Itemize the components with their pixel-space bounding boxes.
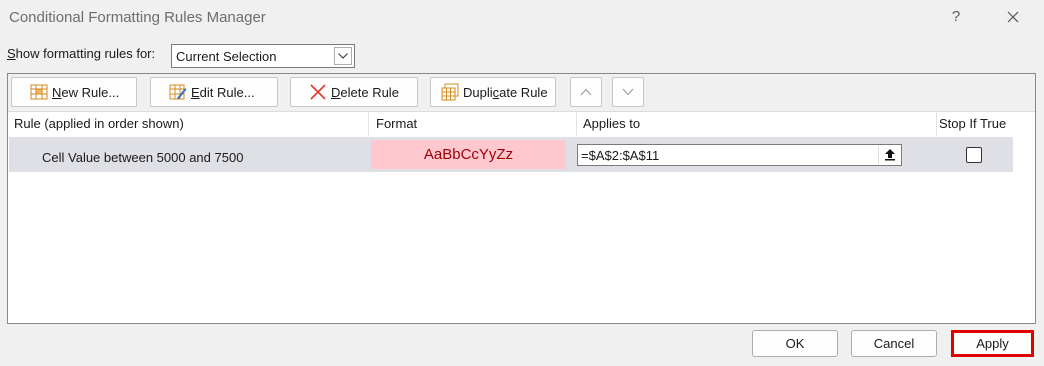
- show-rules-label: Show formatting rules for:: [7, 46, 155, 61]
- applies-to-input[interactable]: =$A$2:$A$11: [577, 144, 902, 166]
- duplicate-rule-label: Duplicate Rule: [463, 85, 548, 100]
- new-rule-accel: N: [52, 84, 62, 100]
- table-row[interactable]: Cell Value between 5000 and 7500 AaBbCcY…: [9, 137, 1013, 172]
- edit-rule-icon: [169, 84, 187, 100]
- window-title: Conditional Formatting Rules Manager: [9, 9, 266, 26]
- help-icon: ?: [951, 8, 961, 25]
- rules-toolbar: New Rule... Edit Rule... Delete Rule Dup…: [8, 74, 1035, 112]
- column-header-rule: Rule (applied in order shown): [8, 112, 369, 136]
- duplicate-rule-button[interactable]: Duplicate Rule: [430, 77, 556, 107]
- edit-rule-label: Edit Rule...: [191, 85, 255, 100]
- apply-button[interactable]: Apply: [951, 330, 1034, 357]
- column-header-stop-if-true: Stop If True: [937, 112, 1014, 136]
- collapse-range-button[interactable]: [878, 146, 900, 164]
- dropdown-arrow-icon: [338, 53, 348, 59]
- new-rule-label: New Rule...: [52, 85, 119, 100]
- stop-if-true-checkbox[interactable]: [966, 147, 982, 163]
- move-up-icon: [580, 88, 592, 96]
- applies-to-value: =$A$2:$A$11: [581, 148, 660, 163]
- show-rules-accel: S: [7, 46, 16, 61]
- column-header-format: Format: [370, 112, 577, 136]
- edit-rule-button[interactable]: Edit Rule...: [150, 77, 278, 107]
- delete-rule-label: Delete Rule: [331, 85, 399, 100]
- help-button[interactable]: ?: [938, 6, 974, 28]
- ok-button[interactable]: OK: [752, 330, 838, 357]
- show-rules-label-text: how formatting rules for:: [15, 46, 156, 61]
- edit-rule-label-text: dit Rule...: [199, 84, 255, 100]
- cancel-button[interactable]: Cancel: [851, 330, 937, 357]
- new-rule-icon: [30, 84, 48, 100]
- close-button[interactable]: [995, 6, 1031, 28]
- new-rule-button[interactable]: New Rule...: [11, 77, 137, 107]
- duplicate-rule-icon: [441, 83, 459, 101]
- new-rule-label-text: ew Rule...: [61, 84, 120, 100]
- rule-description: Cell Value between 5000 and 7500: [42, 150, 244, 165]
- duplicate-rule-label-text: ate Rule: [499, 84, 548, 100]
- move-down-icon: [622, 88, 634, 96]
- move-down-button[interactable]: [612, 77, 644, 107]
- delete-rule-button[interactable]: Delete Rule: [290, 77, 418, 107]
- edit-rule-accel: E: [191, 84, 200, 100]
- delete-rule-accel: D: [331, 84, 341, 100]
- show-rules-dropdown[interactable]: Current Selection: [171, 44, 355, 68]
- delete-rule-label-text: elete Rule: [340, 84, 399, 100]
- dropdown-button[interactable]: [334, 47, 352, 65]
- title-bar: Conditional Formatting Rules Manager ?: [0, 0, 1044, 36]
- close-icon: [1007, 11, 1019, 23]
- move-up-button[interactable]: [570, 77, 602, 107]
- delete-rule-icon: [310, 84, 326, 100]
- column-header-applies-to: Applies to: [577, 112, 937, 136]
- collapse-range-icon: [884, 149, 895, 161]
- show-rules-selected: Current Selection: [176, 49, 277, 64]
- format-preview: AaBbCcYyZz: [371, 140, 566, 169]
- duplicate-rule-label-prefix: Dupli: [463, 84, 493, 100]
- rules-panel: New Rule... Edit Rule... Delete Rule Dup…: [7, 73, 1036, 324]
